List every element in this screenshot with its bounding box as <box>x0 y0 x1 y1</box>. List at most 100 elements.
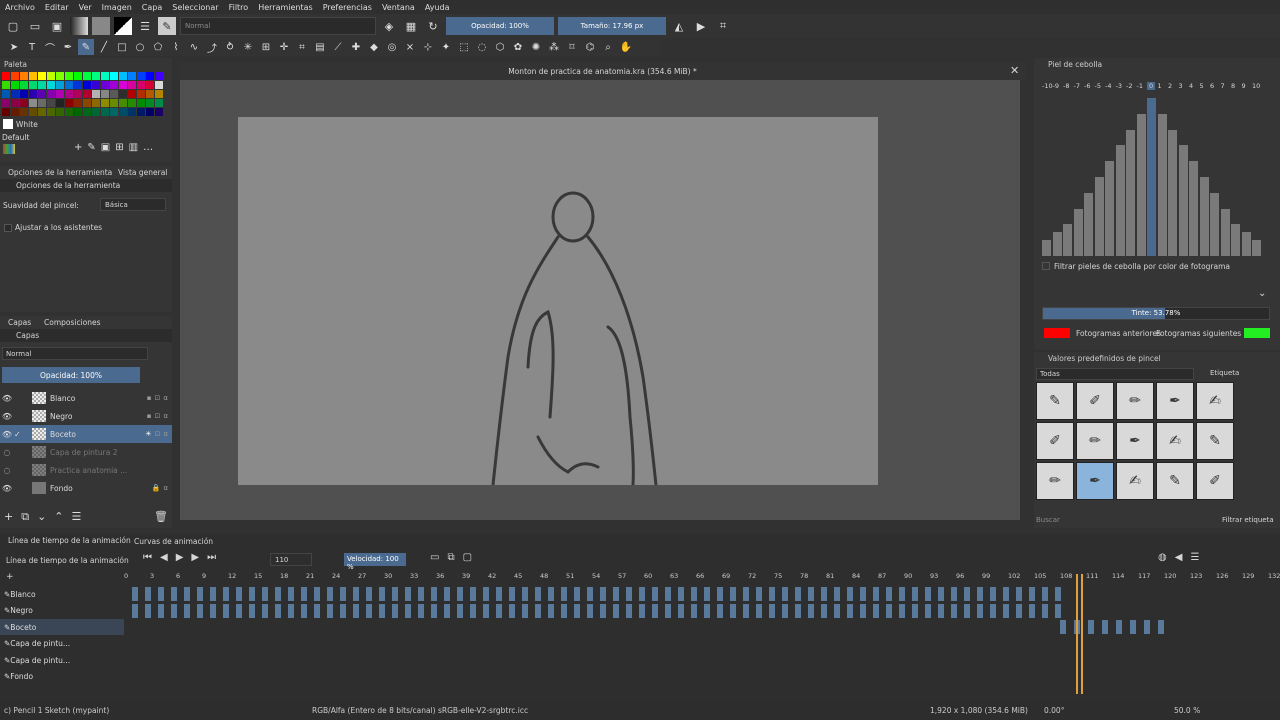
onion-opacity-bar[interactable] <box>1094 177 1104 256</box>
layer-opacity-slider[interactable]: Opacidad: 100% <box>2 367 140 383</box>
keyframe[interactable] <box>769 587 775 601</box>
keyframe[interactable] <box>210 587 216 601</box>
keyframe[interactable] <box>717 587 723 601</box>
palette-swatch[interactable] <box>101 99 109 107</box>
palette-swatch[interactable] <box>11 72 19 80</box>
keyframe[interactable] <box>899 587 905 601</box>
text-tool-icon[interactable]: T <box>24 39 40 55</box>
pan-tool-icon[interactable]: ✋ <box>618 39 634 55</box>
keyframe[interactable] <box>639 603 645 618</box>
onion-frame-number[interactable]: -9 <box>1053 82 1059 90</box>
keyframe[interactable] <box>379 603 385 618</box>
onion-frame-number[interactable]: -4 <box>1105 82 1111 90</box>
onion-opacity-bar[interactable] <box>1115 145 1125 256</box>
keyframe[interactable] <box>847 587 853 601</box>
keyframe[interactable] <box>548 603 554 618</box>
keyframe[interactable] <box>1116 620 1122 634</box>
palette-swatch[interactable] <box>137 90 145 98</box>
tab-animation-curves[interactable]: Curvas de animación <box>134 537 213 546</box>
keyframe[interactable] <box>340 603 346 618</box>
palette-swatch[interactable] <box>110 90 118 98</box>
similar-select-icon[interactable]: ⁂ <box>546 39 562 55</box>
rect-select-icon[interactable]: ⬚ <box>456 39 472 55</box>
brush-preset-tile[interactable]: ✎ <box>1196 422 1234 460</box>
zoom-tool-icon[interactable]: ⌕ <box>600 39 616 55</box>
keyframe[interactable] <box>483 587 489 601</box>
palette-swatch[interactable] <box>110 81 118 89</box>
timeline-layer-row[interactable]: ✎ Capa de pintu... <box>0 652 124 668</box>
palette-swatch[interactable] <box>65 90 73 98</box>
save-palette-icon[interactable]: ▣ <box>101 142 110 153</box>
brush-settings-icon[interactable]: ☰ <box>136 17 154 35</box>
palette-swatch[interactable] <box>155 81 163 89</box>
palette-swatch[interactable] <box>155 108 163 116</box>
palette-swatch[interactable] <box>11 81 19 89</box>
onion-opacity-bar[interactable] <box>1220 208 1230 256</box>
keyframe[interactable] <box>405 587 411 601</box>
fg-bg-color-icon[interactable] <box>114 17 132 35</box>
crop-tool-icon[interactable]: ⌗ <box>294 39 310 55</box>
keyframe[interactable] <box>782 603 788 618</box>
palette-swatch[interactable] <box>137 72 145 80</box>
polygon-select-icon[interactable]: ⬡ <box>492 39 508 55</box>
palette-swatch[interactable] <box>137 81 145 89</box>
keyframe[interactable] <box>275 603 281 618</box>
palette-swatch[interactable] <box>155 90 163 98</box>
keyframe[interactable] <box>496 603 502 618</box>
tab-layers[interactable]: Capas <box>8 318 31 327</box>
palette-swatch[interactable] <box>83 90 91 98</box>
palette-swatch[interactable] <box>74 99 82 107</box>
mirror-vertical-icon[interactable]: ▶ <box>692 17 710 35</box>
palette-swatch[interactable] <box>74 108 82 116</box>
keyframe[interactable] <box>1088 620 1094 634</box>
keyframe[interactable] <box>808 603 814 618</box>
onion-opacity-bar[interactable] <box>1252 240 1261 256</box>
filter-tag-label[interactable]: Filtrar etiqueta <box>1222 516 1274 524</box>
palette-swatch[interactable] <box>65 108 73 116</box>
onion-frame-number[interactable]: 6 <box>1210 82 1214 90</box>
palette-swatch[interactable] <box>38 108 46 116</box>
keyframe[interactable] <box>145 603 151 618</box>
palette-swatch[interactable] <box>47 81 55 89</box>
keyframe[interactable] <box>990 587 996 601</box>
keyframe[interactable] <box>288 587 294 601</box>
palette-swatch[interactable] <box>56 72 64 80</box>
keyframe[interactable] <box>821 603 827 618</box>
keyframe[interactable] <box>327 587 333 601</box>
onion-skin-on-icon[interactable]: ☀ <box>145 430 151 438</box>
palette-swatch[interactable] <box>29 72 37 80</box>
eraser-icon[interactable]: ◈ <box>380 17 398 35</box>
keyframe[interactable] <box>1042 587 1048 601</box>
brush-preset-tile[interactable]: ✒ <box>1156 382 1194 420</box>
keyframe[interactable] <box>964 587 970 601</box>
onion-opacity-bar[interactable] <box>1052 232 1062 256</box>
keyframe[interactable] <box>236 603 242 618</box>
keyframe[interactable] <box>652 587 658 601</box>
layer-row[interactable]: 👁 Blanco ▪ ⊡ α <box>0 389 172 407</box>
keyframe[interactable] <box>184 603 190 618</box>
keyframe[interactable] <box>301 603 307 618</box>
keyframe[interactable] <box>197 587 203 601</box>
keyframe[interactable] <box>938 603 944 618</box>
brush-preset-tile[interactable]: ✐ <box>1036 422 1074 460</box>
opacity-slider[interactable]: Opacidad: 100% <box>446 17 554 35</box>
tag-label[interactable]: Etiqueta <box>1210 369 1239 377</box>
palette-swatch[interactable] <box>29 90 37 98</box>
keyframe[interactable] <box>1060 620 1066 634</box>
freehand-path-icon[interactable]: ⤴ <box>204 39 220 55</box>
rectangle-tool-icon[interactable]: □ <box>114 39 130 55</box>
timeline-layer-row[interactable]: ✎ Negro <box>0 603 124 619</box>
keyframe[interactable] <box>1016 603 1022 618</box>
palette-swatch[interactable] <box>2 72 10 80</box>
keyframe[interactable] <box>1055 587 1061 601</box>
keyframe[interactable] <box>574 587 580 601</box>
layer-row[interactable]: ◌ Capa de pintura 2 <box>0 443 172 461</box>
transform-tool-icon[interactable]: ⊞ <box>258 39 274 55</box>
onion-frame-number[interactable]: 1 <box>1158 82 1162 90</box>
keyframe[interactable] <box>912 603 918 618</box>
onion-frame-number[interactable]: 3 <box>1179 82 1183 90</box>
polygon-tool-icon[interactable]: ⬠ <box>150 39 166 55</box>
onion-opacity-bar[interactable] <box>1178 145 1188 256</box>
keyframe[interactable] <box>1042 603 1048 618</box>
keyframe[interactable] <box>756 587 762 601</box>
